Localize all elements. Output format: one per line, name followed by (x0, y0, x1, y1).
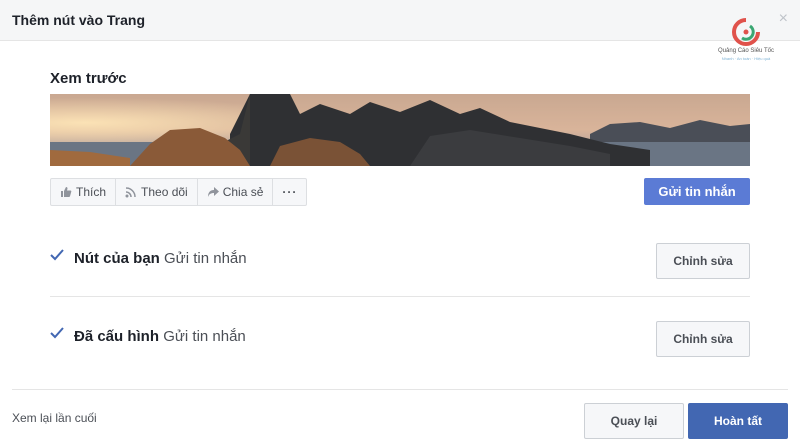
rss-icon (125, 187, 136, 198)
more-button[interactable]: ··· (273, 179, 306, 205)
your-button-row: Nút của bạn Gửi tin nhắn Chỉnh sửa (50, 231, 750, 287)
done-button[interactable]: Hoàn tất (688, 403, 788, 439)
send-message-button[interactable]: Gửi tin nhắn (644, 178, 750, 205)
configured-text: Đã cấu hình Gửi tin nhắn (74, 328, 246, 345)
configured-label: Đã cấu hình (74, 328, 160, 345)
back-button[interactable]: Quay lại (584, 403, 684, 439)
your-button-label: Nút của bạn (74, 250, 160, 267)
your-button-value: Gửi tin nhắn (164, 250, 247, 267)
brand-logo: Quảng Cáo Siêu Tốc Nhanh · An toàn · Hiệ… (706, 16, 786, 66)
dialog-title: Thêm nút vào Trang (12, 12, 146, 28)
share-button[interactable]: Chia sẻ (198, 179, 274, 205)
edit-button[interactable]: Chỉnh sửa (656, 243, 750, 279)
row-divider (50, 296, 750, 297)
like-label: Thích (76, 185, 107, 199)
footer-divider (12, 389, 788, 390)
like-button[interactable]: Thích (51, 179, 117, 205)
logo-text: Quảng Cáo Siêu Tốc (718, 48, 774, 54)
check-icon (50, 249, 64, 261)
logo-subtext: Nhanh · An toàn · Hiệu quả (721, 56, 771, 61)
check-icon (50, 327, 64, 339)
page-action-bar: Thích Theo dõi Chia sẻ ··· (50, 178, 308, 206)
share-label: Chia sẻ (222, 185, 264, 199)
follow-button[interactable]: Theo dõi (116, 179, 198, 205)
share-arrow-icon (207, 187, 219, 197)
preview-label: Xem trước (50, 70, 127, 87)
thumbs-up-icon (61, 187, 72, 197)
configured-row: Đã cấu hình Gửi tin nhắn Chỉnh sửa (50, 309, 750, 365)
follow-label: Theo dõi (141, 185, 188, 199)
configured-value: Gửi tin nhắn (163, 328, 246, 345)
dialog-header: Thêm nút vào Trang × (0, 0, 800, 41)
cover-photo-image (50, 94, 750, 166)
edit-button[interactable]: Chỉnh sửa (656, 321, 750, 357)
brand-logo-icon (732, 18, 760, 46)
cover-photo (50, 94, 750, 166)
more-dots-icon: ··· (282, 185, 298, 199)
final-review-link[interactable]: Xem lại lần cuối (12, 411, 97, 425)
your-button-text: Nút của bạn Gửi tin nhắn (74, 250, 247, 267)
